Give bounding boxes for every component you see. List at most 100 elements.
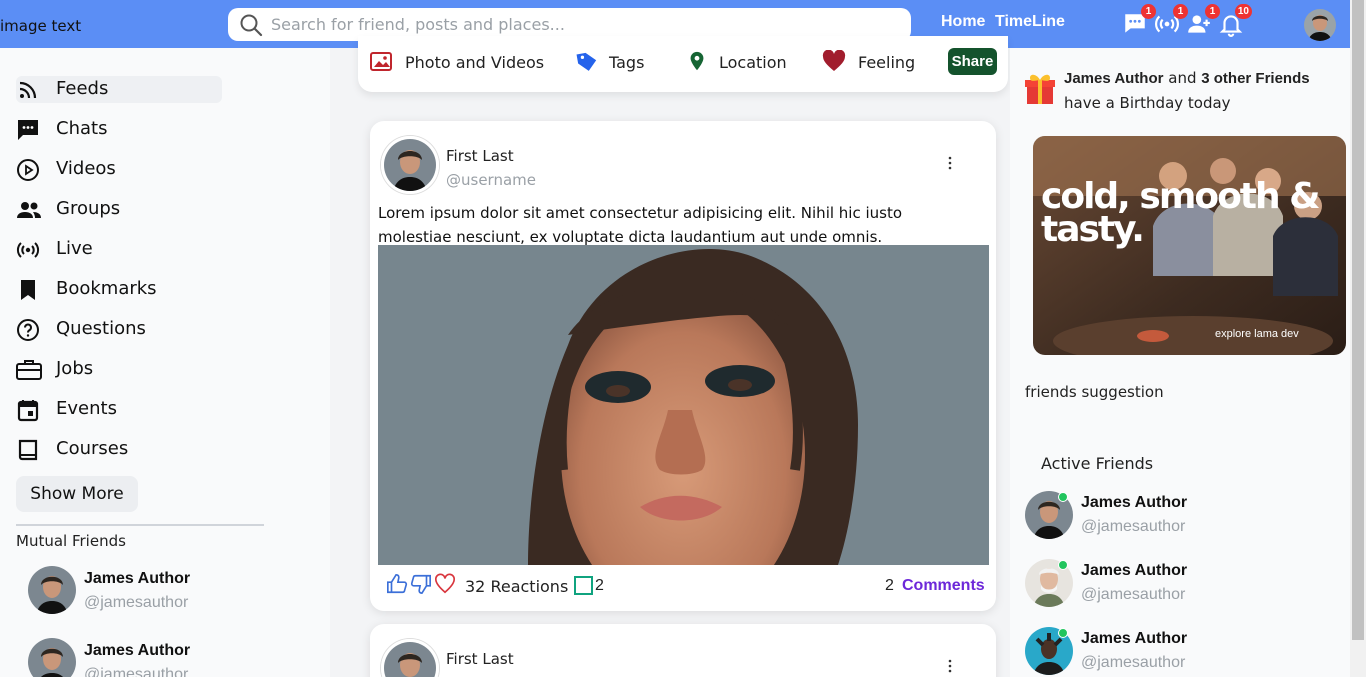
active-friend-item[interactable]: James Author @jamesauthor [1025,491,1325,547]
option-label: Tags [609,53,645,72]
post-author-name[interactable]: First Last [446,147,514,165]
share-box: Photo and Videos Tags Location Feeling S… [358,36,1008,92]
friend-username: @jamesauthor [1081,586,1186,603]
option-label: Location [719,53,787,72]
friends-suggestion-title: friends suggestion [1025,383,1164,401]
active-friend-item[interactable]: James Author @jamesauthor [1025,559,1325,615]
sidebar-item-label: Questions [56,318,146,339]
sidebar-item-feeds[interactable]: Feeds [16,76,222,103]
gift-icon [1025,74,1055,104]
friend-username: @jamesauthor [84,666,189,677]
birthday-text: have a Birthday today [1064,94,1231,112]
option-label: Feeling [858,53,916,72]
post-author-name[interactable]: First Last [446,650,514,668]
friend-name: James Author [1081,630,1188,647]
live-icon [16,242,40,258]
show-more-button[interactable]: Show More [16,476,138,512]
avatar[interactable] [381,639,439,677]
sidebar-item-chats[interactable]: Chats [16,116,222,143]
search-input[interactable] [271,12,891,36]
friend-request-button[interactable]: 1 [1186,4,1220,39]
avatar[interactable] [381,136,439,194]
sidebar-item-live[interactable]: Live [16,236,222,263]
location-option[interactable]: Location [686,50,787,74]
feeling-option[interactable]: Feeling [822,50,932,74]
photo-icon [370,52,392,71]
heart-icon[interactable] [434,573,456,595]
sidebar-item-label: Events [56,398,117,419]
page-scrollbar[interactable] [1350,0,1366,677]
friend-name: James Author [1081,562,1188,579]
friend-name: James Author [84,570,191,587]
post-card: First Last @username Lorem ipsum dolor s… [370,121,996,611]
sidebar-item-groups[interactable]: Groups [16,196,222,223]
birthday-text: and [1163,69,1202,87]
active-friends-title: Active Friends [1041,454,1154,473]
share-square-icon[interactable] [574,576,593,595]
ad-headline: cold, smooth & tasty. [1041,176,1321,250]
more-vertical-icon [948,156,952,170]
photo-videos-option[interactable]: Photo and Videos [370,50,544,74]
sidebar-item-label: Bookmarks [56,278,157,299]
sidebar-item-courses[interactable]: Courses [16,436,222,463]
scrollbar-thumb[interactable] [1352,0,1364,640]
chat-icon [18,120,38,140]
location-pin-icon [690,51,704,71]
sidebar-item-label: Videos [56,158,116,179]
sidebar-item-label: Groups [56,198,121,219]
birthday-name[interactable]: James Author [1064,70,1163,87]
friend-username: @jamesauthor [84,594,189,611]
search-icon [240,14,263,37]
friend-username: @jamesauthor [1081,518,1186,535]
thumbs-up-icon[interactable] [386,573,408,595]
tags-option[interactable]: Tags [576,50,666,74]
post-image[interactable] [378,245,989,565]
ad-tagline: explore lama dev [1215,328,1299,340]
notification-badge: 10 [1234,4,1252,19]
sidebar-item-events[interactable]: Events [16,396,222,423]
bell-notification-button[interactable]: 10 [1218,4,1252,39]
divider [16,524,264,526]
share-count: 2 [595,577,604,594]
sidebar-item-label: Feeds [56,78,109,99]
mutual-friend-item[interactable]: James Author @jamesauthor [28,566,288,622]
birthday-others[interactable]: 3 other Friends [1201,70,1309,87]
thumbs-down-icon[interactable] [410,573,432,595]
post-author-username: @username [446,171,536,189]
left-sidebar: Feeds Chats Videos Groups Live Bookmarks… [0,48,330,677]
post-menu-button[interactable] [944,155,956,176]
post-card: First Last [370,624,996,677]
share-button[interactable]: Share [948,48,997,75]
birthday-notice: James Author and 3 other Friends have a … [1064,66,1350,115]
brand-logo[interactable]: image text [0,17,81,35]
friend-name: James Author [84,642,191,659]
sidebar-item-videos[interactable]: Videos [16,156,222,183]
post-menu-button[interactable] [944,658,956,677]
online-status-dot [1058,492,1068,502]
home-link[interactable]: Home [941,13,985,31]
sidebar-item-label: Courses [56,438,129,459]
sidebar-item-jobs[interactable]: Jobs [16,356,222,383]
friend-name: James Author [1081,494,1188,511]
sidebar-item-bookmarks[interactable]: Bookmarks [16,276,222,303]
chat-notification-button[interactable]: 1 [1122,4,1156,39]
reactions-count[interactable]: 32 Reactions [465,577,568,596]
avatar [28,638,76,677]
post-actions: 32 Reactions 2 2 Comments [386,573,986,599]
online-status-dot [1058,560,1068,570]
mutual-friend-item[interactable]: James Author @jamesauthor [28,638,288,677]
active-friend-item[interactable]: James Author @jamesauthor [1025,627,1325,677]
sidebar-item-label: Jobs [56,358,94,379]
more-vertical-icon [948,659,952,673]
sidebar-item-label: Live [56,238,93,259]
profile-avatar[interactable] [1304,9,1336,41]
play-circle-icon [17,159,39,181]
advertisement-banner[interactable]: cold, smooth & tasty. explore lama dev [1033,136,1346,355]
comments-link[interactable]: Comments [902,577,985,595]
post-text: Lorem ipsum dolor sit amet consectetur a… [378,204,903,246]
tag-icon [576,52,597,71]
book-icon [18,439,38,461]
timeline-link[interactable]: TimeLine [995,13,1065,31]
sidebar-item-questions[interactable]: Questions [16,316,222,343]
live-notification-button[interactable]: 1 [1154,4,1188,39]
